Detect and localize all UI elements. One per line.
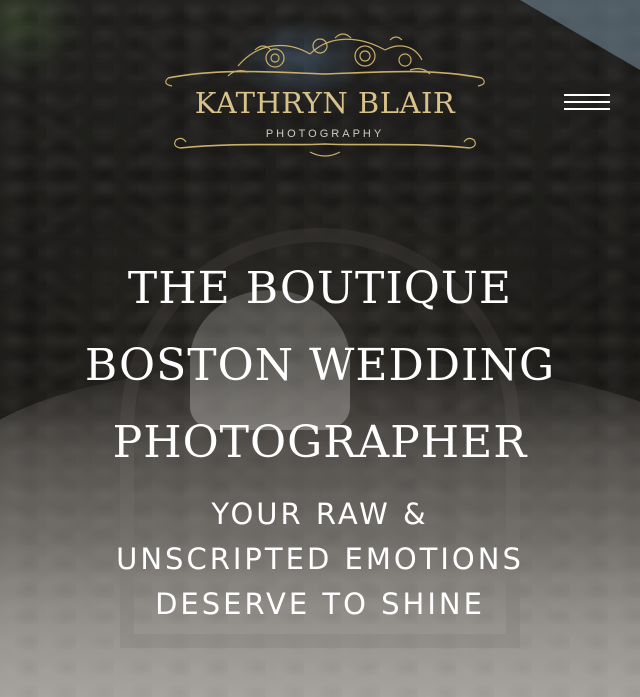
headline-line: BOSTON WEDDING — [84, 340, 556, 391]
brand-tagline: PHOTOGRAPHY — [265, 128, 385, 140]
subhead-line: UNSCRIPTED EMOTIONS — [116, 542, 524, 576]
site-logo[interactable]: KATHRYN BLAIR PHOTOGRAPHY — [160, 20, 490, 160]
hero-headline: THE BOUTIQUE BOSTON WEDDING PHOTOGRAPHER — [0, 250, 640, 481]
hero-section: KATHRYN BLAIR PHOTOGRAPHY THE BOUTIQUE B… — [0, 0, 640, 697]
headline-line: THE BOUTIQUE — [127, 263, 513, 314]
menu-bar-bottom — [564, 108, 610, 110]
headline-line: PHOTOGRAPHER — [112, 417, 528, 468]
hero-subheadline: YOUR RAW & UNSCRIPTED EMOTIONS DESERVE T… — [0, 492, 640, 627]
menu-bar-top — [564, 94, 610, 96]
menu-bar-middle — [564, 101, 610, 103]
brand-name: KATHRYN BLAIR — [194, 86, 456, 120]
subhead-line: YOUR RAW & — [211, 497, 429, 531]
subhead-line: DESERVE TO SHINE — [155, 587, 485, 621]
hamburger-menu-icon[interactable] — [560, 92, 612, 116]
